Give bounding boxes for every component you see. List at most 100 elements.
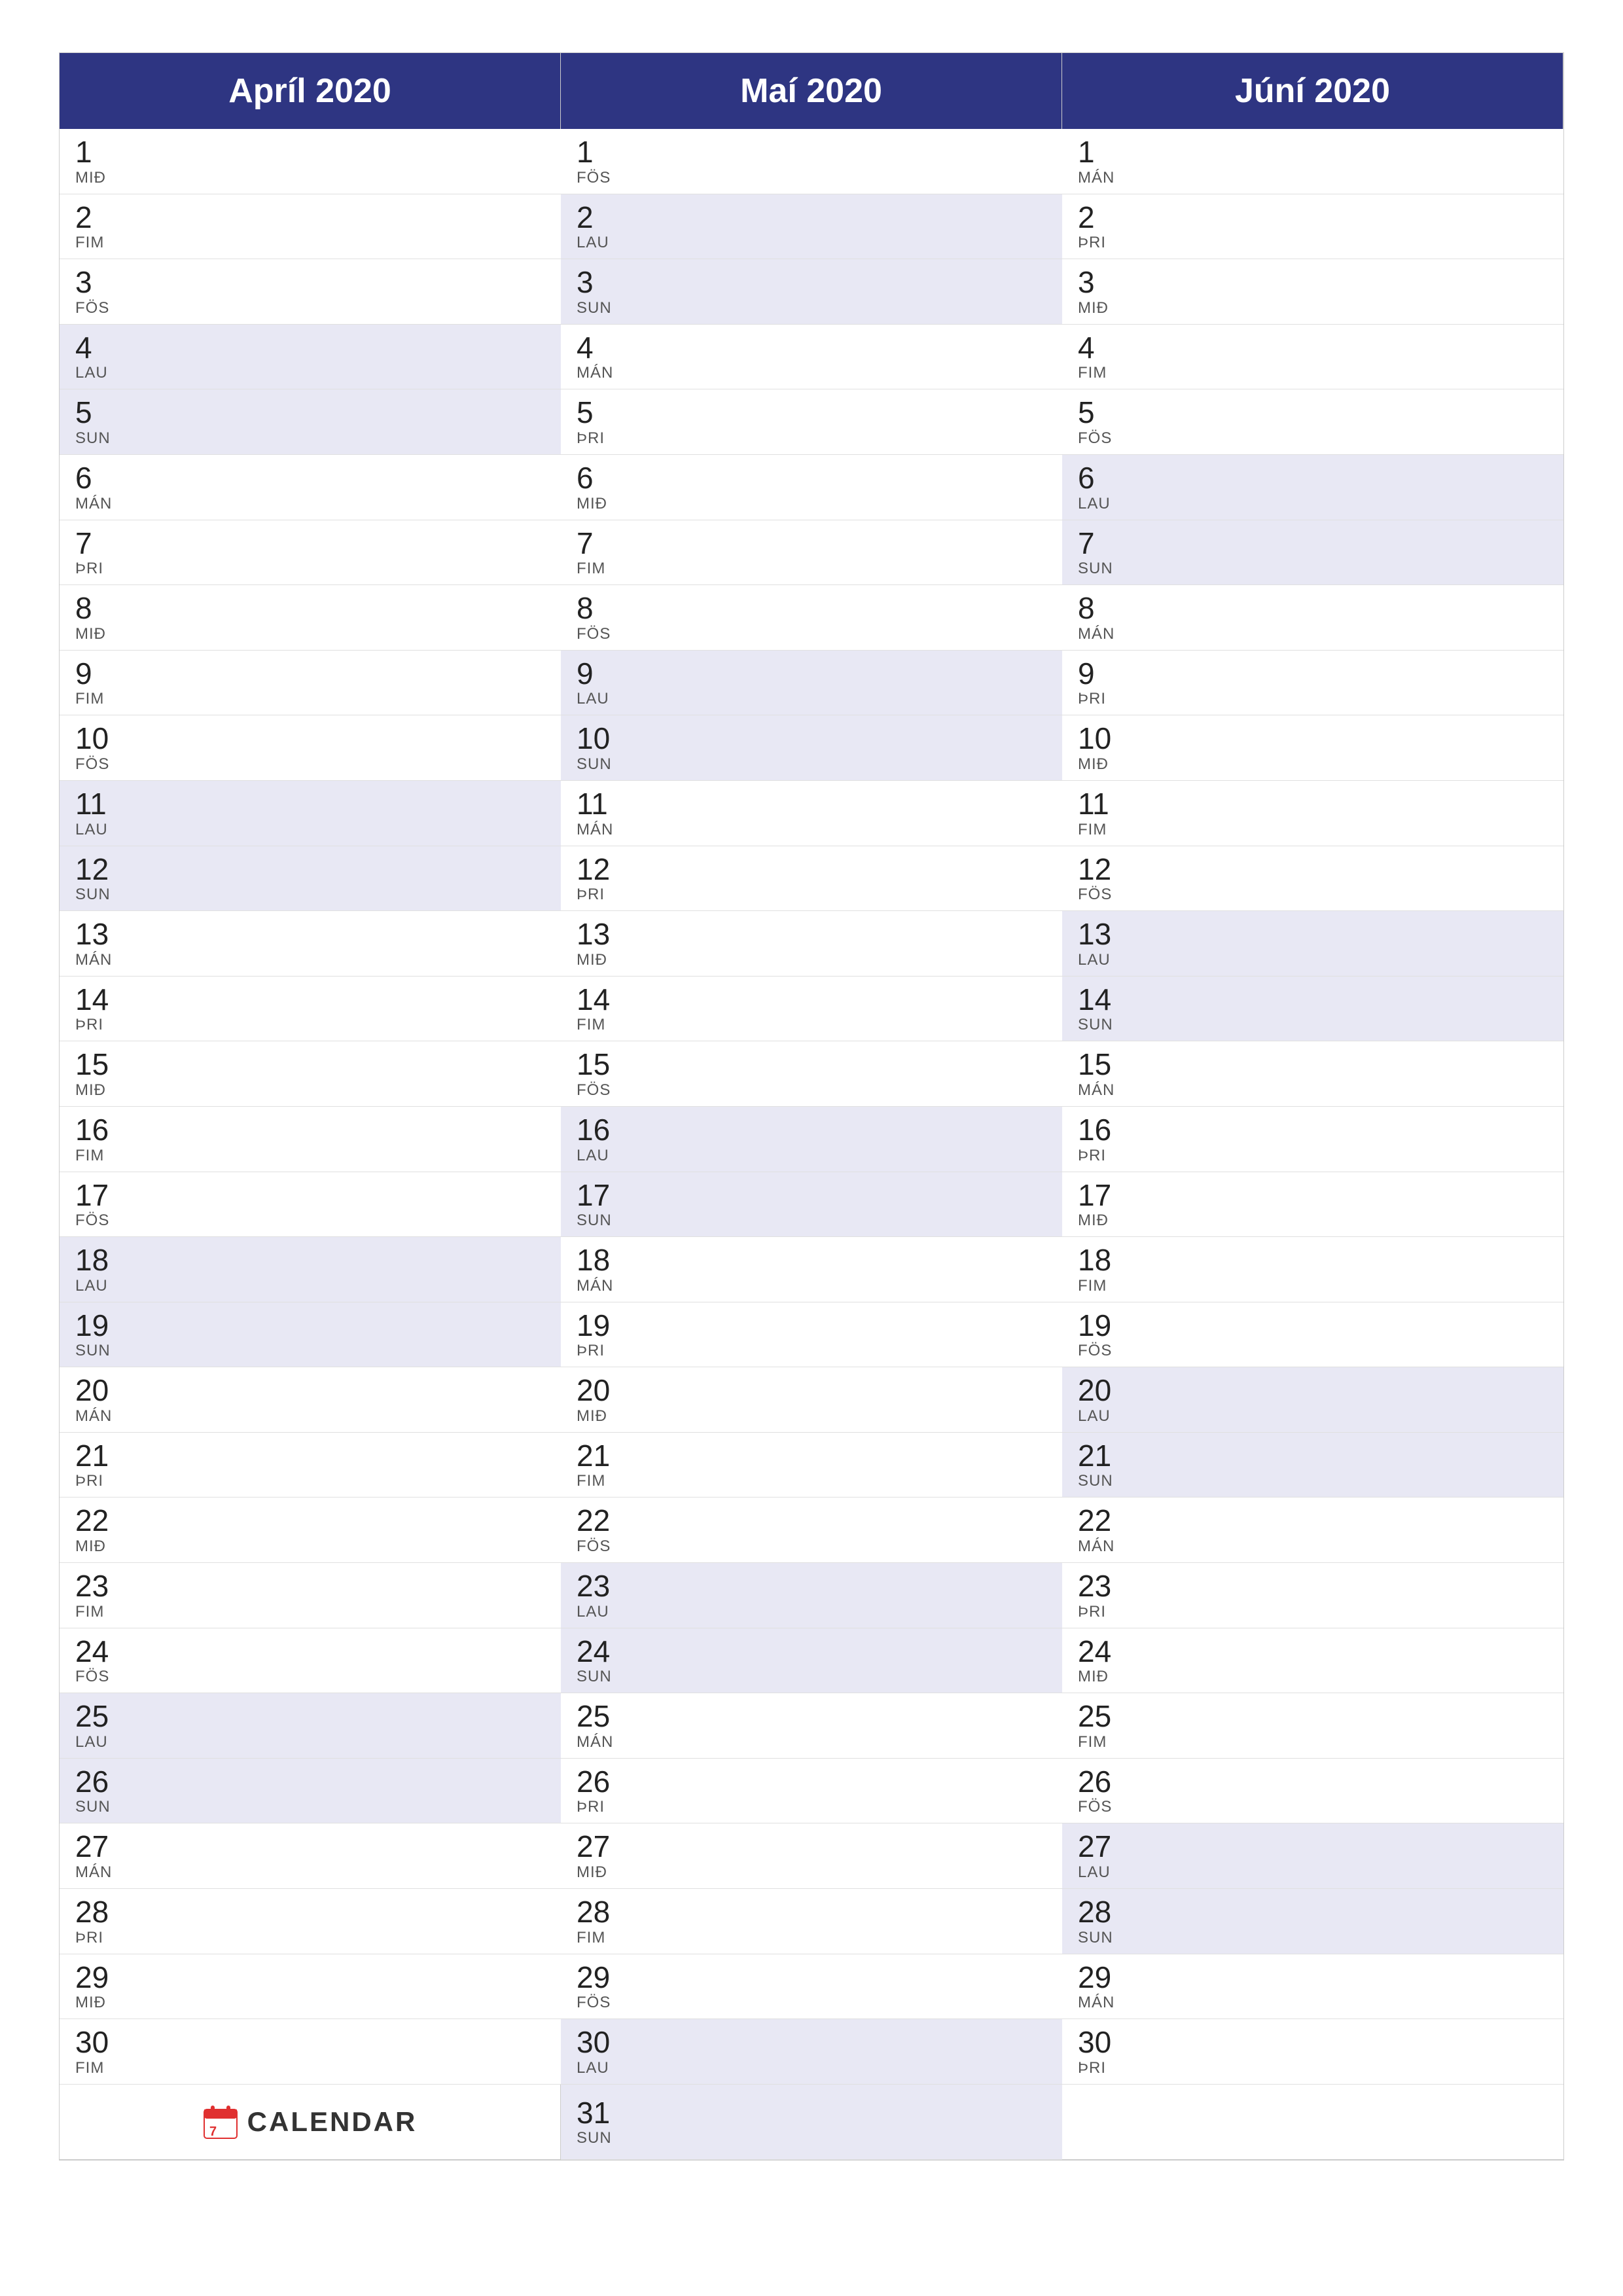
- day-number-m1-d22: 23: [577, 1570, 1046, 1603]
- day-row-m1-d27: 28FIM: [561, 1889, 1062, 1954]
- day-number-m2-d11: 12: [1078, 853, 1548, 886]
- day-number-m1-d29: 30: [577, 2026, 1046, 2059]
- day-name-m2-d26: LAU: [1078, 1863, 1548, 1882]
- day-name-m1-d5: MIÐ: [577, 495, 1046, 513]
- day-name-m2-d19: LAU: [1078, 1407, 1548, 1426]
- day-number-m0-d19: 20: [75, 1374, 545, 1407]
- day-number-m2-d16: 17: [1078, 1179, 1548, 1212]
- day-number-m2-d10: 11: [1078, 787, 1548, 821]
- day-name-m0-d16: FÖS: [75, 1211, 545, 1230]
- day-number-m0-d12: 13: [75, 918, 545, 951]
- day-name-m1-d9: SUN: [577, 755, 1046, 774]
- day-name-m1-d12: MIÐ: [577, 951, 1046, 969]
- day-name-m2-d15: ÞRI: [1078, 1147, 1548, 1165]
- day-name-m2-d29: ÞRI: [1078, 2059, 1548, 2077]
- day-row-m0-d4: 5SUN: [60, 389, 561, 455]
- day-number-m1-d1: 2: [577, 201, 1046, 234]
- day-row-m0-d8: 9FIM: [60, 651, 561, 716]
- day-number-m1-d18: 19: [577, 1309, 1046, 1342]
- day-number-m0-d5: 6: [75, 461, 545, 495]
- day-name-m0-d8: FIM: [75, 690, 545, 708]
- day-number-m2-d1: 2: [1078, 201, 1548, 234]
- day-name-m1-d11: ÞRI: [577, 886, 1046, 904]
- day-name-m0-d22: FIM: [75, 1603, 545, 1621]
- day-number-m1-d14: 15: [577, 1048, 1046, 1081]
- day-row-m2-d4: 5FÖS: [1062, 389, 1563, 455]
- day-row-m1-d16: 17SUN: [561, 1172, 1062, 1238]
- day-row-m2-d11: 12FÖS: [1062, 846, 1563, 912]
- day-row-m2-d25: 26FÖS: [1062, 1759, 1563, 1824]
- day-number-m1-d19: 20: [577, 1374, 1046, 1407]
- day-row-m2-d18: 19FÖS: [1062, 1302, 1563, 1368]
- day-number-m1-d23: 24: [577, 1635, 1046, 1668]
- day-number-m0-d23: 24: [75, 1635, 545, 1668]
- day-number-m0-d1: 2: [75, 201, 545, 234]
- calendar-container: Apríl 2020Maí 2020Júní 20201MIÐ1FÖS1MÁN2…: [59, 52, 1564, 2161]
- day-number-m0-d8: 9: [75, 657, 545, 691]
- day-row-m0-d5: 6MÁN: [60, 455, 561, 520]
- day-name-m2-d10: FIM: [1078, 821, 1548, 839]
- day-number-m2-d17: 18: [1078, 1244, 1548, 1277]
- day-number-m2-d29: 30: [1078, 2026, 1548, 2059]
- day-number-m2-d3: 4: [1078, 331, 1548, 365]
- day-number-m0-d0: 1: [75, 135, 545, 169]
- day-number-m0-d9: 10: [75, 722, 545, 755]
- day-number-m2-d27: 28: [1078, 1895, 1548, 1929]
- day-row-m2-d13: 14SUN: [1062, 977, 1563, 1042]
- day-row-m2-d22: 23ÞRI: [1062, 1563, 1563, 1628]
- day-row-m2-d1: 2ÞRI: [1062, 194, 1563, 260]
- day-number-m1-d10: 11: [577, 787, 1046, 821]
- day-row-m0-d29: 30FIM: [60, 2019, 561, 2085]
- day-row-m0-d20: 21ÞRI: [60, 1433, 561, 1498]
- day-name-m2-d5: LAU: [1078, 495, 1548, 513]
- day-row-m1-d18: 19ÞRI: [561, 1302, 1062, 1368]
- day-number-m0-d28: 29: [75, 1961, 545, 1994]
- day-row-m0-d13: 14ÞRI: [60, 977, 561, 1042]
- day-number-m1-d30: 31: [577, 2096, 1046, 2130]
- day-number-m0-d3: 4: [75, 331, 545, 365]
- day-row-m2-d8: 9ÞRI: [1062, 651, 1563, 716]
- day-number-m1-d8: 9: [577, 657, 1046, 691]
- day-name-m1-d20: FIM: [577, 1472, 1046, 1490]
- day-name-m1-d3: MÁN: [577, 364, 1046, 382]
- day-number-m1-d27: 28: [577, 1895, 1046, 1929]
- day-row-m1-d1: 2LAU: [561, 194, 1062, 260]
- day-number-m1-d5: 6: [577, 461, 1046, 495]
- day-name-m0-d2: FÖS: [75, 299, 545, 317]
- day-name-m0-d13: ÞRI: [75, 1016, 545, 1034]
- calendar-grid: Apríl 2020Maí 2020Júní 20201MIÐ1FÖS1MÁN2…: [59, 52, 1564, 2161]
- day-name-m0-d20: ÞRI: [75, 1472, 545, 1490]
- day-number-m0-d24: 25: [75, 1700, 545, 1733]
- day-row-m1-d28: 29FÖS: [561, 1954, 1062, 2020]
- day-number-m0-d18: 19: [75, 1309, 545, 1342]
- day-number-m1-d16: 17: [577, 1179, 1046, 1212]
- day-name-m0-d27: ÞRI: [75, 1929, 545, 1947]
- day-name-m1-d6: FIM: [577, 560, 1046, 578]
- day-number-m0-d13: 14: [75, 983, 545, 1016]
- day-row-m2-d15: 16ÞRI: [1062, 1107, 1563, 1172]
- day-name-m1-d0: FÖS: [577, 169, 1046, 187]
- day-number-m2-d24: 25: [1078, 1700, 1548, 1733]
- month-header-0: Apríl 2020: [60, 53, 561, 129]
- day-row-m1-d17: 18MÁN: [561, 1237, 1062, 1302]
- day-name-m0-d7: MIÐ: [75, 625, 545, 643]
- day-row-m0-d7: 8MIÐ: [60, 585, 561, 651]
- day-number-m1-d13: 14: [577, 983, 1046, 1016]
- day-number-m1-d28: 29: [577, 1961, 1046, 1994]
- day-row-m1-d2: 3SUN: [561, 259, 1062, 325]
- day-row-m0-d11: 12SUN: [60, 846, 561, 912]
- day-number-m2-d28: 29: [1078, 1961, 1548, 1994]
- day-row-m0-d3: 4LAU: [60, 325, 561, 390]
- day-number-m1-d9: 10: [577, 722, 1046, 755]
- day-number-m0-d11: 12: [75, 853, 545, 886]
- day-name-m2-d16: MIÐ: [1078, 1211, 1548, 1230]
- day-number-m1-d21: 22: [577, 1504, 1046, 1537]
- day-name-m0-d10: LAU: [75, 821, 545, 839]
- day-number-m2-d7: 8: [1078, 592, 1548, 625]
- day-name-m0-d17: LAU: [75, 1277, 545, 1295]
- day-name-m2-d23: MIÐ: [1078, 1668, 1548, 1686]
- day-name-m2-d0: MÁN: [1078, 169, 1548, 187]
- day-row-m2-d14: 15MÁN: [1062, 1041, 1563, 1107]
- day-number-m2-d21: 22: [1078, 1504, 1548, 1537]
- day-number-m2-d18: 19: [1078, 1309, 1548, 1342]
